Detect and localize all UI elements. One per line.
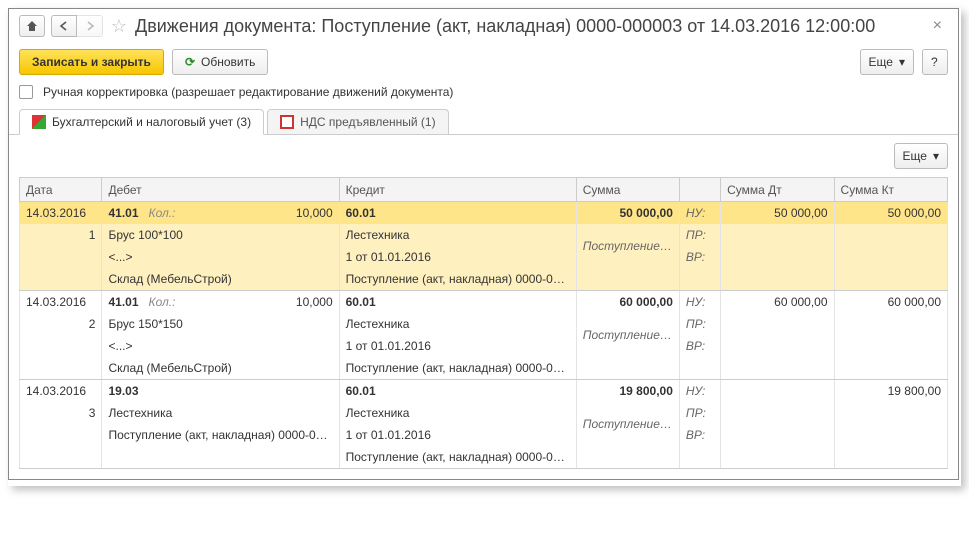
favorite-icon[interactable]: ☆ xyxy=(109,16,129,36)
movements-table: Дата Дебет Кредит Сумма Сумма Дт Сумма К… xyxy=(19,177,948,469)
table-row[interactable]: 14.03.2016 19.03 60.01 19 800,00 НУ: 19 … xyxy=(20,380,948,403)
close-button[interactable]: × xyxy=(927,17,948,35)
table-row[interactable]: 1 Брус 100*100 Лестехника Поступление то… xyxy=(20,224,948,246)
chevron-down-icon: ▾ xyxy=(899,55,905,69)
table-row[interactable]: <...> 1 от 01.01.2016 ВР: xyxy=(20,335,948,357)
vat-icon xyxy=(280,115,294,129)
page-title: Движения документа: Поступление (акт, на… xyxy=(135,16,921,37)
table-row[interactable]: Склад (МебельСтрой) Поступление (акт, на… xyxy=(20,357,948,380)
col-tag xyxy=(679,178,720,202)
table-row[interactable]: 2 Брус 150*150 Лестехника Поступление то… xyxy=(20,313,948,335)
tab-vat[interactable]: НДС предъявленный (1) xyxy=(267,109,448,135)
col-debit[interactable]: Дебет xyxy=(102,178,339,202)
table-row[interactable]: <...> 1 от 01.01.2016 ВР: xyxy=(20,246,948,268)
tab-accounting[interactable]: Бухгалтерский и налоговый учет (3) xyxy=(19,109,264,135)
forward-button xyxy=(77,15,103,37)
table-row[interactable]: 3 Лестехника Лестехника Поступление това… xyxy=(20,402,948,424)
more-button[interactable]: Еще ▾ xyxy=(860,49,914,75)
col-sum[interactable]: Сумма xyxy=(576,178,679,202)
home-button[interactable] xyxy=(19,15,45,37)
grid-more-button[interactable]: Еще ▾ xyxy=(894,143,948,169)
table-row[interactable]: 14.03.2016 41.01 Кол.:10,000 60.01 50 00… xyxy=(20,202,948,225)
table-row[interactable]: 14.03.2016 41.01 Кол.:10,000 60.01 60 00… xyxy=(20,291,948,314)
accounting-icon xyxy=(32,115,46,129)
save-close-button[interactable]: Записать и закрыть xyxy=(19,49,164,75)
help-button[interactable]: ? xyxy=(922,49,948,75)
manual-edit-checkbox[interactable] xyxy=(19,85,33,99)
col-sum-dt[interactable]: Сумма Дт xyxy=(721,178,834,202)
table-header-row: Дата Дебет Кредит Сумма Сумма Дт Сумма К… xyxy=(20,178,948,202)
chevron-down-icon: ▾ xyxy=(933,149,939,163)
table-row[interactable]: Поступление (акт, накладная) 0000-000003… xyxy=(20,424,948,446)
table-row[interactable]: Поступление (акт, накладная) 0000-000... xyxy=(20,446,948,469)
back-button[interactable] xyxy=(51,15,77,37)
manual-edit-label: Ручная корректировка (разрешает редактир… xyxy=(43,85,453,99)
col-date[interactable]: Дата xyxy=(20,178,102,202)
col-sum-kt[interactable]: Сумма Кт xyxy=(834,178,947,202)
refresh-icon: ⟳ xyxy=(185,55,195,69)
col-credit[interactable]: Кредит xyxy=(339,178,576,202)
refresh-button[interactable]: ⟳ Обновить xyxy=(172,49,268,75)
table-row[interactable]: Склад (МебельСтрой) Поступление (акт, на… xyxy=(20,268,948,291)
